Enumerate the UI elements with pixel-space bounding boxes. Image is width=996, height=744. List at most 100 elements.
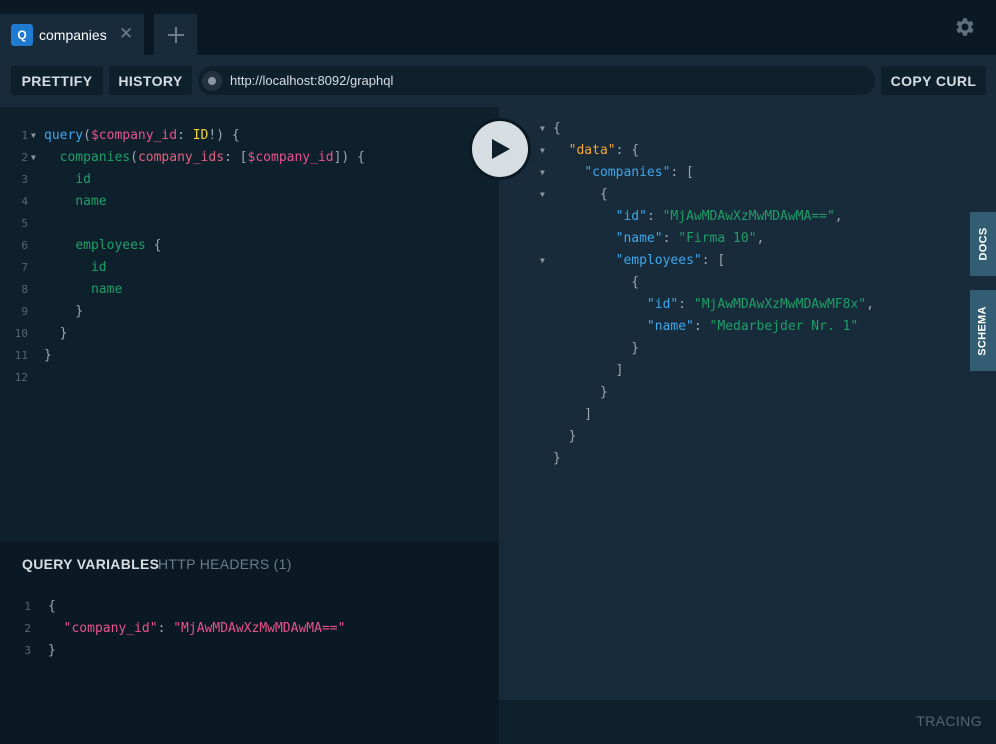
result-line: { xyxy=(553,118,561,140)
fold-arrow-icon[interactable]: ▼ xyxy=(540,118,545,140)
tab-companies[interactable]: Q companies ✕ xyxy=(0,14,144,55)
code-line: employees { xyxy=(44,235,161,257)
code-token: : xyxy=(646,209,663,224)
code-token: employees xyxy=(75,238,146,253)
code-token: { xyxy=(553,121,561,136)
result-line: "id": "MjAwMDAwXzMwMDAwMA==", xyxy=(553,206,843,228)
line-number: 8 xyxy=(21,283,28,296)
line-number: 3 xyxy=(24,644,31,657)
code-token: : { xyxy=(615,143,640,158)
code-token: name xyxy=(75,194,107,209)
fold-arrow-icon[interactable]: ▼ xyxy=(540,250,545,272)
variables-panel: QUERY VARIABLES HTTP HEADERS (1) 1 {2 "co… xyxy=(0,542,499,744)
copy-curl-button[interactable]: COPY CURL xyxy=(881,66,986,95)
close-icon[interactable]: ✕ xyxy=(119,24,133,44)
code-token: ] xyxy=(553,363,624,378)
code-token: , xyxy=(756,231,765,246)
fold-arrow-icon[interactable]: ▼ xyxy=(540,162,545,184)
code-line: } xyxy=(44,323,68,345)
code-token: { xyxy=(553,187,608,202)
query-badge-icon: Q xyxy=(11,23,33,46)
code-token: "companies" xyxy=(584,165,671,180)
code-token: : [ xyxy=(224,150,248,165)
code-token: company_ids xyxy=(137,150,225,165)
code-line: companies(company_ids: [$company_id]) { xyxy=(44,147,365,169)
run-button[interactable] xyxy=(469,118,531,180)
result-line: } xyxy=(553,426,577,448)
code-line: query($company_id: ID!) { xyxy=(44,125,240,147)
docs-tab[interactable]: DOCS xyxy=(970,212,996,276)
code-token: "MjAwMDAwXzMwMDAwMA==" xyxy=(173,621,346,636)
code-token: } xyxy=(553,385,608,400)
code-token: { xyxy=(145,238,162,253)
toolbar: PRETTIFY HISTORY http://localhost:8092/g… xyxy=(0,55,996,107)
result-line: "name": "Firma 10", xyxy=(553,228,765,250)
endpoint-url-input[interactable]: http://localhost:8092/graphql xyxy=(198,66,875,95)
history-button[interactable]: HISTORY xyxy=(109,66,192,95)
result-line: { xyxy=(553,272,639,294)
line-number: 9 xyxy=(21,305,28,318)
gear-icon[interactable] xyxy=(953,15,977,39)
code-token: } xyxy=(553,429,577,444)
code-token: id xyxy=(90,260,107,275)
code-token: name xyxy=(90,282,123,297)
result-line: "data": { xyxy=(553,140,639,162)
code-line: name xyxy=(44,191,107,213)
code-line: } xyxy=(44,301,83,323)
code-token: query xyxy=(44,128,84,143)
result-line: "companies": [ xyxy=(553,162,694,184)
fold-arrow-icon[interactable]: ▼ xyxy=(540,184,545,206)
code-token: : xyxy=(177,128,193,143)
tab-label: companies xyxy=(39,26,107,43)
code-token: !) { xyxy=(208,128,240,143)
result-line: "name": "Medarbejder Nr. 1" xyxy=(553,316,858,338)
code-token: } xyxy=(44,326,68,341)
code-token: , xyxy=(834,209,843,224)
result-line: ] xyxy=(553,404,592,426)
plus-icon xyxy=(167,26,184,43)
code-token: $company_id xyxy=(247,150,334,165)
add-tab-button[interactable] xyxy=(154,14,197,55)
code-line: } xyxy=(44,345,52,367)
code-line: { xyxy=(48,596,56,618)
result-line: } xyxy=(553,338,639,360)
code-token: "Medarbejder Nr. 1" xyxy=(709,319,859,334)
variables-editor[interactable]: 1 {2 "company_id": "MjAwMDAwXzMwMDAwMA=="… xyxy=(0,594,499,744)
line-number: 4 xyxy=(21,195,28,208)
code-token: } xyxy=(553,341,640,356)
schema-tab[interactable]: SCHEMA xyxy=(970,290,996,371)
fold-arrow-icon[interactable]: ▼ xyxy=(31,125,36,147)
line-number: 5 xyxy=(21,217,28,230)
code-token: ] xyxy=(553,407,593,422)
tracing-button[interactable]: TRACING xyxy=(916,713,982,729)
query-editor[interactable]: 1 ▼ query($company_id: ID!) {2 ▼ companies(… xyxy=(0,107,499,542)
result-line: ] xyxy=(553,360,624,382)
footer: TRACING xyxy=(499,700,996,744)
code-line: id xyxy=(44,169,91,191)
fold-arrow-icon[interactable]: ▼ xyxy=(540,140,545,162)
tab-query-variables[interactable]: QUERY VARIABLES xyxy=(22,556,159,572)
tab-http-headers[interactable]: HTTP HEADERS (1) xyxy=(158,556,292,572)
status-dot-icon xyxy=(202,70,222,91)
code-token: "id" xyxy=(615,209,647,224)
code-token: : [ xyxy=(670,165,694,180)
code-token: "name" xyxy=(646,319,694,334)
schema-tab-label: SCHEMA xyxy=(977,305,989,356)
code-token: , xyxy=(866,297,874,312)
line-number: 1 xyxy=(21,129,28,142)
code-token: ID xyxy=(192,128,209,143)
fold-arrow-icon[interactable]: ▼ xyxy=(31,147,36,169)
code-token: "Firma 10" xyxy=(678,231,757,246)
code-line: } xyxy=(48,640,56,662)
code-token: : xyxy=(693,319,710,334)
prettify-button[interactable]: PRETTIFY xyxy=(11,66,103,95)
code-token: } xyxy=(44,348,52,363)
result-line: "employees": [ xyxy=(553,250,726,272)
line-number: 3 xyxy=(21,173,28,186)
